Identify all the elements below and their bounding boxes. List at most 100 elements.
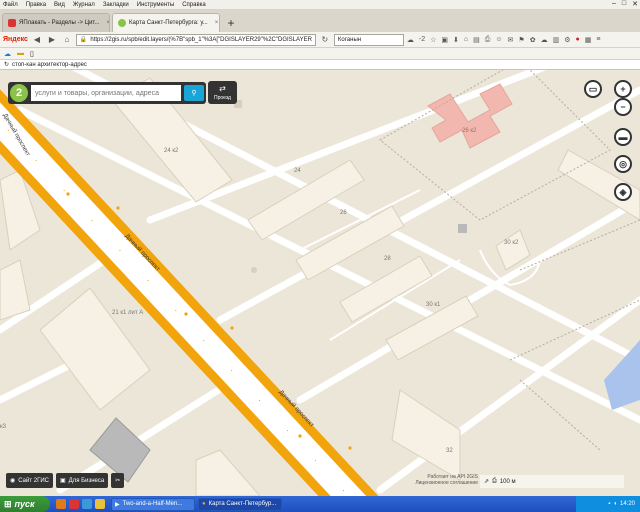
route-button[interactable]: ⇄ Проезд (208, 81, 237, 104)
puzzle-icon[interactable]: ✿ (530, 36, 536, 44)
ruler-icon: ▬ (618, 132, 628, 142)
map-search-panel: 2 ⚲ (8, 82, 206, 104)
pin-icon[interactable]: ⚑ (518, 36, 524, 44)
close-icon[interactable]: ✕ (632, 0, 638, 8)
bookmark-icon[interactable]: ▯ (30, 50, 34, 58)
bookmark-folder-icon[interactable]: ☁ (4, 50, 11, 58)
network-icon[interactable]: ▪ (608, 501, 610, 507)
license-link[interactable]: Лицензионное соглашение (392, 480, 478, 486)
adblock-icon[interactable]: ● (575, 36, 579, 43)
building-label: к3 (0, 424, 6, 430)
bookmark-folder-icon[interactable]: ▬ (17, 50, 24, 57)
2gis-favicon-icon (118, 19, 126, 27)
building-label: 26 (340, 210, 347, 216)
task-2gis-browser[interactable]: ● Карта Санкт-Петербур... (198, 497, 282, 511)
tab-bar: ЯПлакать - Разделы -> Цит... × Карта Сан… (0, 10, 640, 32)
firefox-task-icon: ● (202, 501, 206, 507)
mail-icon[interactable]: ✉ (508, 36, 514, 44)
star-icon[interactable]: ☆ (430, 36, 436, 44)
settings-icon[interactable]: ⚙ (564, 36, 570, 44)
tab-label: ЯПлакать - Разделы -> Цит... (19, 20, 100, 26)
zoom-out-button[interactable]: − (614, 98, 632, 116)
2gis-logo[interactable]: 2 (10, 84, 28, 102)
bookmarks-bar: ☁ ▬ ▯ (0, 48, 640, 60)
building-label: 24 к2 (164, 148, 179, 154)
screenshot-icon[interactable]: ▦ (585, 36, 592, 44)
building-label: 21 к1 лит А (112, 310, 144, 316)
building-label: 28 (384, 256, 391, 262)
new-tab-button[interactable]: + (222, 14, 240, 32)
yandex-logo[interactable]: Яндекс (3, 36, 28, 43)
menu-edit[interactable]: Правка (26, 2, 46, 8)
briefcase-icon[interactable]: ▤ (473, 36, 480, 44)
copyright: Работает на API 2GIS Лицензионное соглаш… (392, 474, 478, 486)
smiley-icon[interactable]: ☺ (495, 36, 502, 43)
route-icon: ⇄ (219, 84, 226, 93)
business-label: Для Бизнеса (68, 477, 105, 484)
window-controls: – □ ✕ (612, 0, 638, 8)
back-icon[interactable]: ◀ (31, 34, 43, 46)
bookmarks-icon[interactable]: ▣ (441, 36, 448, 44)
download-icon[interactable]: ⬇ (453, 36, 459, 44)
print-map-icon[interactable]: ⎙ (492, 478, 497, 485)
minimize-icon[interactable]: – (612, 0, 616, 8)
tab-2gis-map[interactable]: Карта Санкт-Петербурга: у... × (112, 13, 220, 32)
share-icon[interactable]: ⇗ (484, 478, 489, 485)
find-bar-text[interactable]: стоп-кан архитектор-адрес (12, 62, 87, 68)
folder-icon[interactable] (95, 499, 105, 509)
map-canvas[interactable] (0, 70, 640, 496)
tools-button[interactable]: ✂ (111, 473, 125, 488)
menu-view[interactable]: Вид (54, 2, 65, 8)
ie-icon[interactable] (82, 499, 92, 509)
map-search-input[interactable] (31, 85, 181, 101)
print-icon[interactable]: ⎙ (485, 36, 491, 44)
search-field-value: Коганын (337, 36, 362, 43)
menu-history[interactable]: Журнал (73, 2, 95, 8)
cloud-icon[interactable]: ☁ (541, 36, 548, 44)
volume-icon[interactable]: ◖ (613, 501, 617, 507)
menu-help[interactable]: Справка (182, 2, 206, 8)
windows-flag-icon: ⊞ (4, 498, 12, 509)
start-button[interactable]: ⊞ пуск (0, 496, 50, 512)
close-tab-icon[interactable]: × (107, 20, 109, 26)
weather-icon[interactable]: ☁ (407, 36, 414, 44)
layers-icon: ◈ (619, 186, 627, 197)
close-tab-icon[interactable]: × (215, 20, 219, 26)
building-label: 30 к1 (426, 302, 441, 308)
address-bar[interactable]: 🔒 https://2gis.ru/spb/edit.layers/(%7B"s… (75, 33, 316, 46)
site-2gis-button[interactable]: ◉ Сайт 2ГИС (6, 473, 53, 488)
refresh-small-icon[interactable]: ↻ (4, 61, 9, 68)
my-location-button[interactable]: ◎ (614, 155, 632, 173)
navigation-bar: Яндекс ◀ ▶ ⌂ 🔒 https://2gis.ru/spb/edit.… (0, 32, 640, 48)
trash-icon[interactable]: ▥ (553, 36, 560, 44)
opera-icon[interactable] (69, 499, 79, 509)
search-icon: ⚲ (191, 90, 197, 97)
home-toolbar-icon[interactable]: ⌂ (464, 36, 468, 43)
tab-yaplakat[interactable]: ЯПлакать - Разделы -> Цит... × (2, 13, 110, 32)
traffic-button[interactable]: ▭ (584, 80, 602, 98)
quick-launch (50, 499, 111, 509)
menu-icon[interactable]: ≡ (596, 36, 600, 43)
reload-icon[interactable]: ↻ (319, 34, 331, 46)
search-field[interactable]: Коганын (333, 33, 404, 46)
layers-button[interactable]: ◈ (614, 183, 632, 201)
home-icon[interactable]: ⌂ (61, 34, 73, 46)
windows-taskbar: ⊞ пуск ▶ Two-and-a-Half-Men... ● Карта С… (0, 496, 640, 512)
system-tray: ▪ ◖ 14:20 (576, 496, 640, 512)
menu-file[interactable]: Файл (3, 2, 18, 8)
search-button[interactable]: ⚲ (184, 85, 204, 101)
forward-icon[interactable]: ▶ (46, 34, 58, 46)
building-label: 30 к2 (504, 240, 519, 246)
menu-bookmarks[interactable]: Закладки (103, 2, 129, 8)
firefox-icon[interactable] (56, 499, 66, 509)
ruler-button[interactable]: ▬ (614, 128, 632, 146)
zoom-in-button[interactable]: + (614, 80, 632, 98)
task-two-and-a-half-men[interactable]: ▶ Two-and-a-Half-Men... (111, 497, 195, 511)
scale-label: 100 м (499, 478, 516, 485)
map-area[interactable]: Дачный проспект Дачный проспект Дачный п… (0, 70, 640, 496)
menu-tools[interactable]: Инструменты (137, 2, 174, 8)
tools-icon: ✂ (115, 478, 121, 484)
maximize-icon[interactable]: □ (622, 0, 626, 8)
car-icon: ▭ (588, 83, 598, 94)
business-button[interactable]: ▣ Для Бизнеса (56, 473, 109, 488)
